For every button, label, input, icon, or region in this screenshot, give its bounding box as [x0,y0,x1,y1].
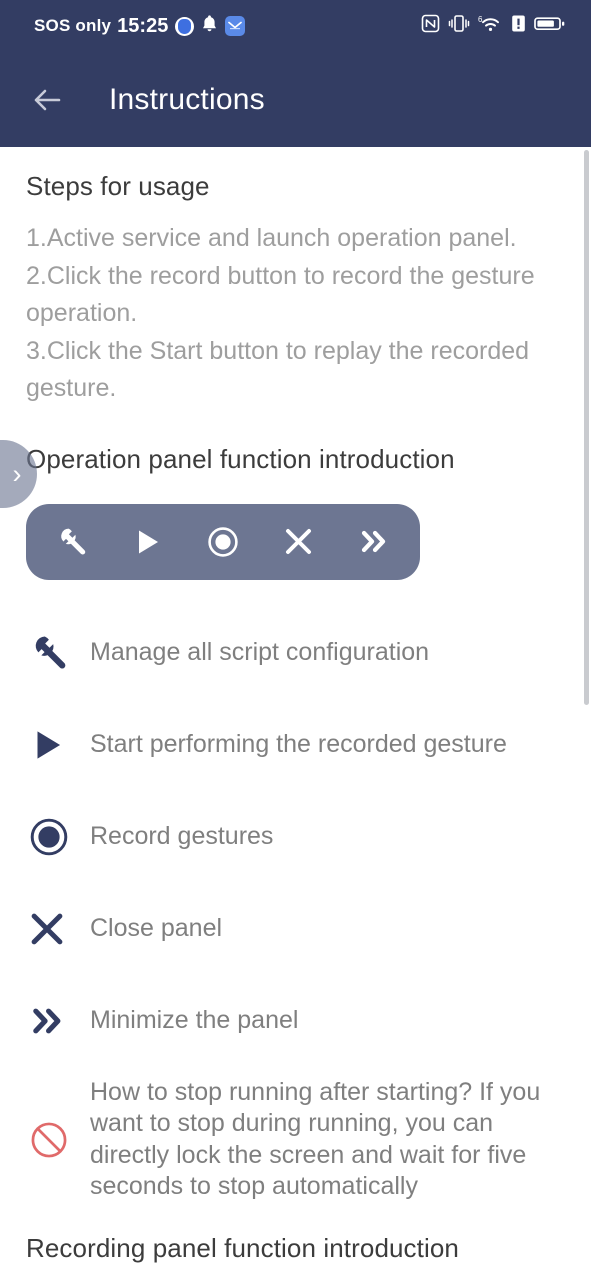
record-icon[interactable] [197,516,249,568]
close-icon [26,910,90,948]
list-item: Minimize the panel [26,975,565,1067]
list-item: Start performing the recorded gesture [26,699,565,791]
status-bar: SOS only 15:25 6 [0,0,591,52]
list-item: Close panel [26,883,565,975]
step-item: 2.Click the record button to record the … [26,261,535,328]
status-bar-right: 6 [421,14,565,38]
nfc-icon [421,14,440,38]
vibrate-icon [448,14,470,38]
operation-panel-preview [26,503,420,580]
battery-icon [534,14,565,38]
play-icon[interactable] [121,516,173,568]
list-item-label: Minimize the panel [90,1006,299,1034]
back-arrow-icon[interactable] [28,81,66,119]
list-item-label: Close panel [90,914,223,942]
steps-list: 1.Active service and launch operation pa… [26,220,541,408]
status-bar-left: SOS only 15:25 [34,14,246,38]
close-icon[interactable] [273,516,325,568]
wrench-icon[interactable] [46,516,98,568]
wifi-6-icon: 6 [478,14,503,38]
step-item: 1.Active service and launch operation pa… [26,224,517,252]
record-icon [26,816,90,858]
sim-alert-icon [511,14,526,38]
operation-panel-heading: Operation panel function introduction [26,443,455,474]
list-item-label: Manage all script configuration [90,638,430,666]
prohibited-icon [26,1119,90,1161]
steps-heading: Steps for usage [26,171,210,201]
clock-label: 15:25 [117,14,169,37]
page-title: Instructions [109,82,265,116]
carrier-label: SOS only [34,16,112,35]
recording-panel-heading: Recording panel function introduction [26,1232,459,1263]
scrollbar-thumb[interactable] [584,150,589,705]
bell-icon [201,14,218,38]
minimize-icon [26,1003,90,1039]
app-bar: Instructions [0,52,591,147]
play-icon [26,726,90,764]
instructions-scroll-content[interactable]: Steps for usage 1.Active service and lau… [0,147,591,1280]
step-item: 3.Click the Start button to replay the r… [26,336,530,403]
list-item-label: Start performing the recorded gesture [90,730,507,758]
chevron-right-icon: › [12,458,22,489]
mail-icon [225,16,246,36]
legend-list: Manage all script configuration Start pe… [26,607,565,1203]
list-item-label: Record gestures [90,822,274,850]
shield-badge-icon [175,16,195,36]
list-item: Manage all script configuration [26,607,565,699]
list-item: Record gestures [26,791,565,883]
list-item-label: How to stop running after starting? If y… [90,1077,541,1201]
minimize-icon[interactable] [348,516,400,568]
list-item: How to stop running after starting? If y… [26,1077,565,1203]
wrench-icon [26,632,90,674]
